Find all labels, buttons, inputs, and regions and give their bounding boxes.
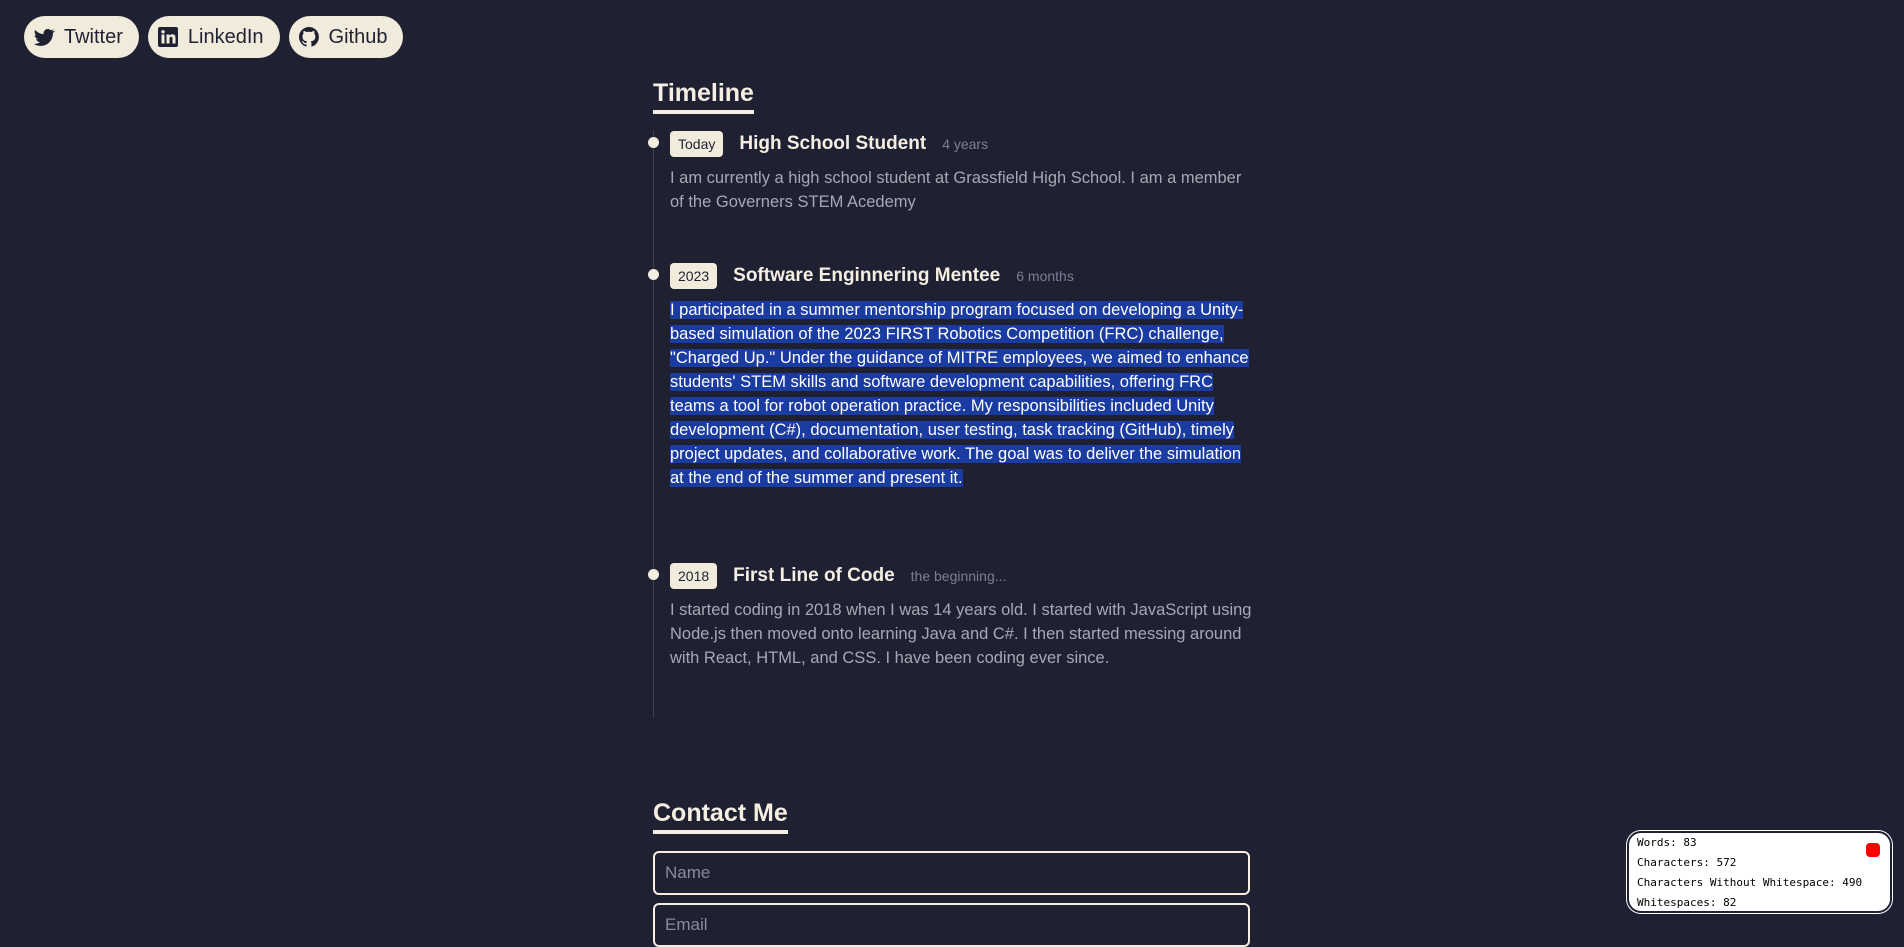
contact-title: Contact Me [653,798,788,834]
timeline-dot [648,137,659,148]
twitter-icon [32,25,56,49]
entry-duration: the beginning... [910,568,1007,584]
entry-title: First Line of Code [733,565,895,586]
entry-title: High School Student [739,133,927,154]
timeline-entry: Today High School Student 4 years I am c… [648,130,1255,214]
twitter-button[interactable]: Twitter [24,16,139,58]
twitter-label: Twitter [64,25,123,48]
timeline-entry: 2023 Software Enginnering Mentee 6 month… [648,262,1255,490]
github-icon [297,25,321,49]
date-badge: Today [670,131,724,157]
character-count: Characters: 572 [1637,856,1737,869]
entry-description-selected: I participated in a summer mentorship pr… [670,298,1255,490]
entry-duration: 4 years [942,136,989,152]
timeline-dot [648,569,659,580]
date-badge: 2018 [670,563,718,589]
selected-text: I participated in a summer mentorship pr… [670,301,1249,487]
word-counter-panel: Words: 83 Characters: 572 Characters Wit… [1627,831,1892,913]
entry-duration: 6 months [1016,268,1074,284]
character-no-whitespace-count: Characters Without Whitespace: 490 [1637,876,1863,889]
github-label: Github [328,25,388,48]
timeline-dot [648,269,659,280]
linkedin-button[interactable]: LinkedIn [147,16,280,58]
email-input[interactable]: Email [653,903,1250,947]
close-icon[interactable] [1866,843,1880,857]
entry-title: Software Enginnering Mentee [733,265,1001,286]
entry-description: I started coding in 2018 when I was 14 y… [670,601,1252,667]
timeline-entry: 2018 First Line of Code the beginning...… [648,562,1255,670]
linkedin-icon [156,25,180,49]
entry-description: I am currently a high school student at … [670,169,1242,211]
whitespace-count: Whitespaces: 82 [1637,896,1737,909]
date-badge: 2023 [670,263,718,289]
timeline: Today High School Student 4 years I am c… [648,130,1255,718]
name-input[interactable]: Name [653,851,1250,895]
linkedin-label: LinkedIn [187,25,264,48]
github-button[interactable]: Github [288,16,404,58]
social-links: Twitter LinkedIn Github [24,16,404,58]
word-count: Words: 83 [1637,836,1697,849]
timeline-title: Timeline [653,78,754,114]
